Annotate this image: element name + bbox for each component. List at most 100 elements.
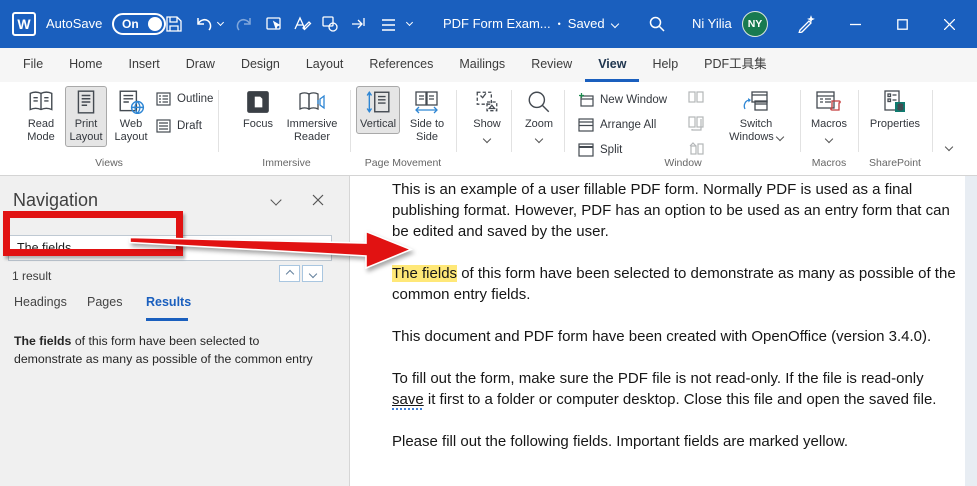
editor-pen-icon[interactable] bbox=[290, 12, 314, 36]
pane-options-icon[interactable] bbox=[270, 194, 281, 205]
split-label: Split bbox=[600, 144, 622, 156]
search-dropdown-icon[interactable] bbox=[312, 244, 320, 252]
outline-button[interactable]: Outline bbox=[156, 92, 213, 106]
properties-button[interactable]: S Properties bbox=[866, 89, 924, 131]
print-layout-button[interactable]: Print Layout bbox=[65, 86, 107, 147]
read-mode-button[interactable]: Read Mode bbox=[18, 89, 64, 144]
minimize-button[interactable] bbox=[838, 0, 872, 48]
paragraph: This document and PDF form have been cre… bbox=[392, 326, 965, 347]
save-icon[interactable] bbox=[162, 12, 186, 36]
close-button[interactable] bbox=[932, 0, 966, 48]
reset-window-position-button[interactable] bbox=[688, 140, 705, 156]
show-dropdown-button[interactable]: Show bbox=[466, 89, 508, 142]
close-pane-icon[interactable] bbox=[312, 194, 324, 206]
redo-button[interactable] bbox=[232, 12, 256, 36]
synchronous-scrolling-button[interactable] bbox=[688, 115, 705, 131]
switch-windows-label: Switch Windows bbox=[724, 118, 788, 144]
side-to-side-icon bbox=[413, 89, 441, 115]
undo-dropdown-icon[interactable] bbox=[217, 19, 224, 26]
vertical-button[interactable]: Vertical bbox=[356, 86, 400, 134]
touch-mode-icon[interactable] bbox=[262, 12, 286, 36]
ink-pen-icon[interactable] bbox=[794, 12, 818, 36]
tab-pdf-tools[interactable]: PDF工具集 bbox=[691, 48, 780, 82]
tab-insert[interactable]: Insert bbox=[116, 48, 173, 82]
nav-tab-pages[interactable]: Pages bbox=[87, 295, 122, 309]
search-result-item[interactable]: The fields of this form have been select… bbox=[14, 333, 316, 368]
saved-dropdown-icon[interactable] bbox=[610, 19, 618, 27]
document-title[interactable]: PDF Form Exam... • Saved bbox=[443, 16, 618, 31]
tab-layout[interactable]: Layout bbox=[293, 48, 357, 82]
side-to-side-button[interactable]: Side to Side bbox=[403, 89, 451, 144]
tab-help[interactable]: Help bbox=[639, 48, 691, 82]
search-highlight: The fields bbox=[392, 265, 457, 282]
word-logo-icon[interactable]: W bbox=[12, 12, 36, 36]
sharepoint-group-label: SharePoint bbox=[858, 157, 932, 169]
document-canvas[interactable]: This is an example of a user fillable PD… bbox=[350, 176, 965, 486]
read-mode-icon bbox=[27, 89, 55, 115]
group-separator bbox=[218, 90, 219, 152]
switch-windows-icon bbox=[742, 89, 770, 115]
line-spacing-icon[interactable] bbox=[376, 13, 400, 37]
group-separator bbox=[511, 90, 512, 152]
vertical-label: Vertical bbox=[360, 118, 396, 131]
switch-windows-button[interactable]: Switch Windows bbox=[724, 89, 788, 144]
vertical-scrollbar[interactable] bbox=[965, 176, 977, 486]
quick-access-more-icon[interactable] bbox=[406, 19, 413, 26]
user-name[interactable]: Ni Yilia bbox=[692, 16, 732, 31]
new-window-button[interactable]: New Window bbox=[578, 92, 667, 107]
synchronous-scrolling-icon bbox=[688, 115, 705, 131]
arrange-all-button[interactable]: Arrange All bbox=[578, 117, 656, 132]
tab-file[interactable]: File bbox=[10, 48, 56, 82]
macros-icon bbox=[815, 89, 843, 115]
properties-icon: S bbox=[881, 89, 909, 115]
next-result-button[interactable] bbox=[302, 265, 323, 282]
user-avatar[interactable]: NY bbox=[742, 11, 768, 37]
group-separator bbox=[800, 90, 801, 152]
draft-icon bbox=[156, 119, 171, 133]
outline-label: Outline bbox=[177, 93, 213, 105]
paragraph-return-icon[interactable] bbox=[346, 12, 370, 36]
new-window-icon bbox=[578, 92, 594, 107]
tab-view[interactable]: View bbox=[585, 48, 639, 82]
view-side-by-side-button[interactable] bbox=[688, 90, 705, 106]
group-separator bbox=[858, 90, 859, 152]
zoom-dropdown-button[interactable]: Zoom bbox=[518, 89, 560, 142]
side-to-side-label: Side to Side bbox=[403, 118, 451, 144]
web-layout-icon bbox=[117, 89, 145, 115]
web-layout-button[interactable]: Web Layout bbox=[109, 89, 153, 144]
zoom-icon bbox=[526, 89, 552, 115]
tab-review[interactable]: Review bbox=[518, 48, 585, 82]
group-separator bbox=[350, 90, 351, 152]
nav-tab-headings[interactable]: Headings bbox=[14, 295, 67, 309]
focus-button[interactable]: Focus bbox=[238, 89, 278, 131]
split-button[interactable]: Split bbox=[578, 142, 622, 157]
result-count: 1 result bbox=[12, 269, 51, 283]
undo-button[interactable] bbox=[192, 12, 216, 36]
arrange-all-label: Arrange All bbox=[600, 119, 656, 131]
autosave-toggle[interactable]: On bbox=[112, 13, 166, 35]
collapse-ribbon-icon[interactable] bbox=[945, 143, 953, 151]
read-mode-label: Read Mode bbox=[18, 118, 64, 144]
web-layout-label: Web Layout bbox=[109, 118, 153, 144]
tab-design[interactable]: Design bbox=[228, 48, 293, 82]
immersive-reader-label: Immersive Reader bbox=[281, 118, 343, 144]
search-icon[interactable] bbox=[645, 12, 669, 36]
select-objects-icon[interactable] bbox=[318, 12, 342, 36]
tab-mailings[interactable]: Mailings bbox=[446, 48, 518, 82]
tab-home[interactable]: Home bbox=[56, 48, 115, 82]
print-layout-label: Print Layout bbox=[69, 118, 103, 144]
group-separator bbox=[456, 90, 457, 152]
arrange-all-icon bbox=[578, 117, 594, 132]
immersive-group-label: Immersive bbox=[225, 157, 348, 169]
tab-draw[interactable]: Draw bbox=[173, 48, 228, 82]
immersive-reader-button[interactable]: Immersive Reader bbox=[281, 89, 343, 144]
document-title-text: PDF Form Exam... bbox=[443, 16, 551, 31]
maximize-button[interactable] bbox=[885, 0, 919, 48]
previous-result-button[interactable] bbox=[279, 265, 300, 282]
macros-button[interactable]: Macros bbox=[806, 89, 852, 142]
split-icon bbox=[578, 142, 594, 157]
tab-references[interactable]: References bbox=[356, 48, 446, 82]
results-tab-underline bbox=[146, 318, 188, 321]
nav-tab-results[interactable]: Results bbox=[146, 295, 191, 309]
draft-button[interactable]: Draft bbox=[156, 119, 202, 133]
